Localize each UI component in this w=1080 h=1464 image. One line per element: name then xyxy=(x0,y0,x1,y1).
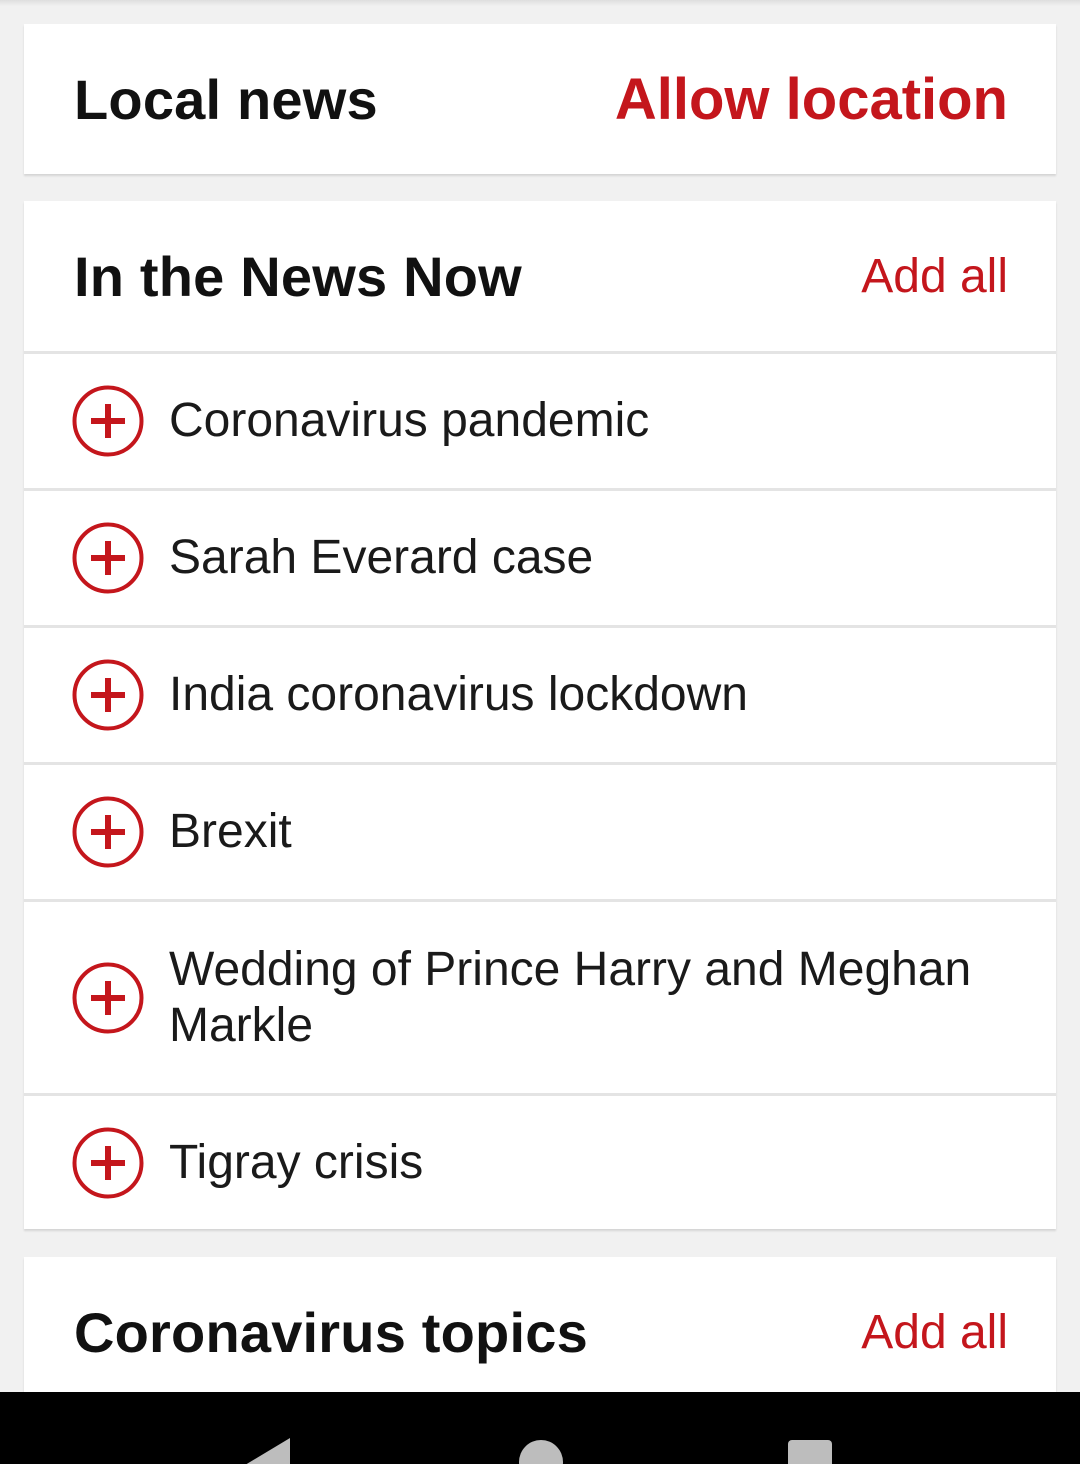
topic-row-coronavirus-pandemic[interactable]: Coronavirus pandemic xyxy=(24,354,1056,488)
in-the-news-card: In the News Now Add all Coronavirus pand… xyxy=(24,201,1056,1229)
add-all-button[interactable]: Add all xyxy=(861,249,1008,304)
topic-row-brexit[interactable]: Brexit xyxy=(24,765,1056,899)
topic-label: Tigray crisis xyxy=(169,1136,424,1189)
local-news-card: Local news Allow location xyxy=(24,24,1056,174)
home-icon[interactable] xyxy=(519,1440,563,1464)
add-circle-icon[interactable] xyxy=(72,659,144,731)
navigation-bar xyxy=(0,1392,1080,1464)
in-the-news-header: In the News Now Add all xyxy=(24,201,1056,351)
add-circle-icon[interactable] xyxy=(72,385,144,457)
back-icon[interactable] xyxy=(240,1438,290,1464)
add-circle-icon[interactable] xyxy=(72,522,144,594)
topic-label: Coronavirus pandemic xyxy=(169,394,650,447)
add-circle-icon[interactable] xyxy=(72,962,144,1034)
add-all-button[interactable]: Add all xyxy=(861,1305,1008,1360)
allow-location-button[interactable]: Allow location xyxy=(615,66,1008,133)
coronavirus-topics-header: Coronavirus topics Add all xyxy=(24,1257,1056,1407)
topic-label: Wedding of Prince Harry and Meghan Markl… xyxy=(169,942,972,1052)
add-circle-icon[interactable] xyxy=(72,796,144,868)
add-circle-icon[interactable] xyxy=(72,1127,144,1199)
topic-label: Sarah Everard case xyxy=(169,531,594,584)
topic-label: India coronavirus lockdown xyxy=(169,668,748,721)
topic-row-tigray-crisis[interactable]: Tigray crisis xyxy=(24,1096,1056,1230)
topic-row-royal-wedding[interactable]: Wedding of Prince Harry and Meghan Markl… xyxy=(24,902,1056,1093)
local-news-title: Local news xyxy=(74,67,378,131)
topic-label: Brexit xyxy=(169,805,292,858)
local-news-header: Local news Allow location xyxy=(24,24,1056,174)
top-shadow xyxy=(0,0,1080,6)
in-the-news-title: In the News Now xyxy=(74,244,522,308)
topic-row-sarah-everard-case[interactable]: Sarah Everard case xyxy=(24,491,1056,625)
topic-row-india-coronavirus-lockdown[interactable]: India coronavirus lockdown xyxy=(24,628,1056,762)
recents-icon[interactable] xyxy=(788,1440,832,1464)
coronavirus-topics-title: Coronavirus topics xyxy=(74,1300,588,1364)
